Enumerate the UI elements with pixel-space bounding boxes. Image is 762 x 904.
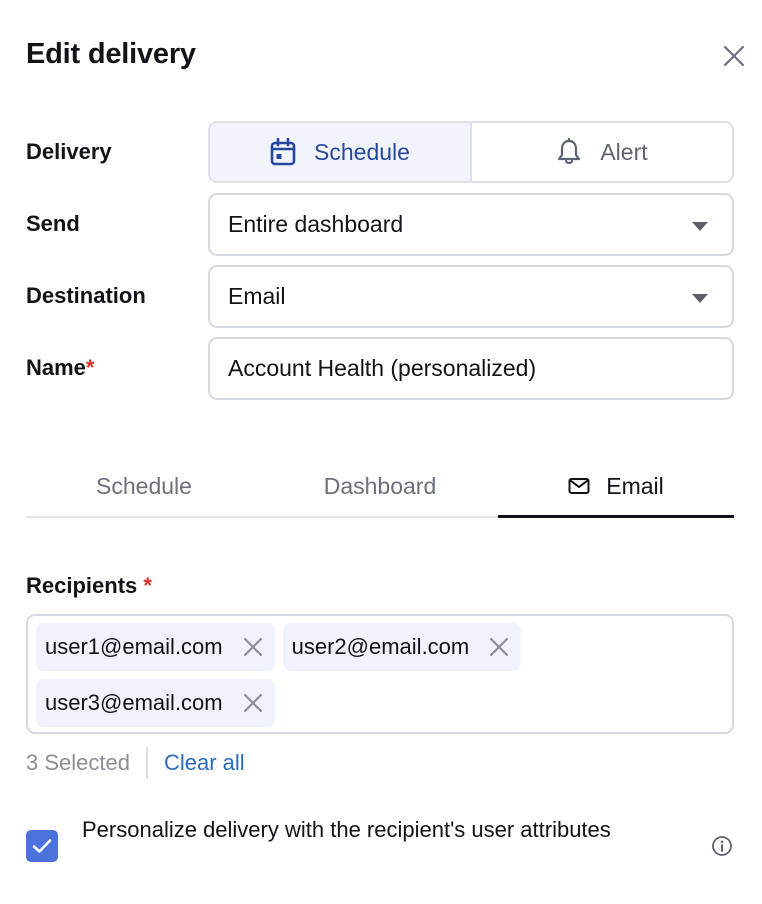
recipients-label: Recipients * (26, 573, 152, 599)
name-label-text: Name (26, 355, 86, 380)
recipient-chip: user3@email.com (36, 679, 275, 727)
delivery-schedule-button[interactable]: Schedule (210, 123, 472, 181)
delivery-label: Delivery (26, 139, 112, 164)
send-select[interactable]: Entire dashboard (208, 193, 734, 256)
tab-dashboard[interactable]: Dashboard (262, 456, 498, 516)
destination-select[interactable]: Email (208, 265, 734, 328)
clear-all-link[interactable]: Clear all (164, 750, 245, 776)
tab-dashboard-label: Dashboard (323, 472, 437, 499)
recipients-label-text: Recipients (26, 573, 138, 598)
calendar-icon (270, 138, 296, 166)
recipient-chip: user1@email.com (36, 623, 275, 671)
mail-icon (568, 478, 590, 494)
name-input-value: Account Health (personalized) (228, 355, 537, 381)
tab-email[interactable]: Email (498, 456, 734, 518)
divider (145, 747, 148, 779)
close-icon (490, 637, 509, 657)
chevron-down-icon (692, 222, 708, 231)
remove-recipient-button[interactable] (487, 635, 511, 659)
required-mark: * (85, 355, 95, 380)
tab-email-label: Email (606, 472, 664, 499)
delivery-alert-button[interactable]: Alert (472, 123, 732, 181)
recipient-chip: user2@email.com (282, 623, 522, 671)
checkmark-icon (32, 839, 52, 853)
tab-schedule-label: Schedule (96, 472, 192, 499)
close-icon (243, 693, 262, 713)
delivery-type-toggle: Schedule Alert (208, 121, 734, 183)
chevron-down-icon (692, 294, 708, 303)
name-label: Name* (26, 355, 94, 381)
tab-schedule[interactable]: Schedule (26, 456, 262, 516)
recipient-chip-label: user3@email.com (45, 690, 223, 715)
remove-recipient-button[interactable] (241, 691, 265, 715)
info-icon[interactable] (711, 835, 733, 857)
recipient-chip-label: user2@email.com (291, 634, 470, 659)
recipient-chip-label: user1@email.com (45, 634, 223, 659)
required-mark: * (143, 573, 152, 598)
close-icon (723, 45, 745, 67)
bell-icon (558, 138, 581, 164)
selected-count: 3 Selected (26, 750, 130, 775)
remove-recipient-button[interactable] (241, 635, 265, 659)
send-select-value: Entire dashboard (228, 211, 404, 237)
delivery-alert-label: Alert (600, 138, 648, 165)
destination-label: Destination (26, 283, 146, 308)
name-input[interactable]: Account Health (personalized) (208, 337, 734, 400)
recipients-input[interactable]: user1@email.com user2@email.com user3@em… (26, 614, 734, 734)
personalize-label: Personalize delivery with the recipient'… (82, 817, 611, 842)
personalize-checkbox[interactable] (26, 830, 58, 862)
send-label: Send (26, 211, 80, 236)
close-icon (243, 637, 262, 657)
delivery-tabs: Schedule Dashboard Email (26, 456, 734, 518)
page-title: Edit delivery (26, 38, 196, 70)
delivery-schedule-label: Schedule (314, 138, 410, 165)
destination-select-value: Email (228, 283, 286, 309)
close-button[interactable] (720, 42, 748, 70)
selection-summary: 3 Selected Clear all (26, 747, 245, 779)
